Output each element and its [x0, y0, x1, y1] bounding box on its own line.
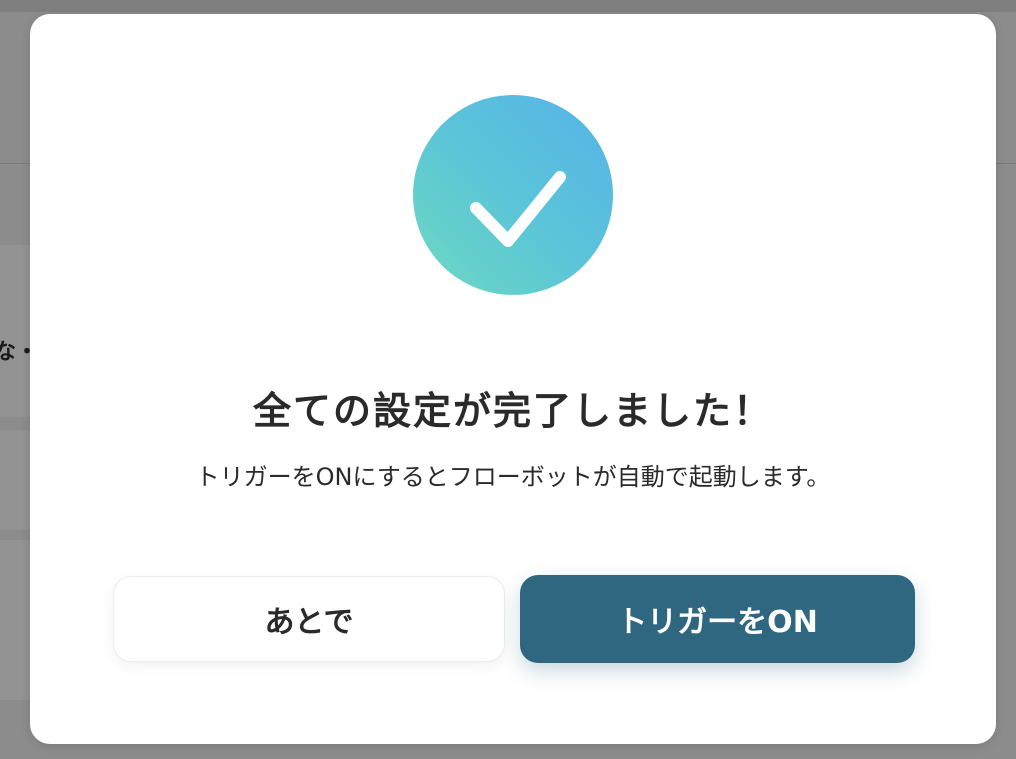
modal-description: トリガーをONにするとフローボットが自動で起動します。 — [195, 463, 831, 491]
success-check-badge — [413, 95, 613, 295]
background-top-bar — [0, 0, 1016, 12]
completion-modal: 全ての設定が完了しました！ トリガーをONにするとフローボットが自動で起動します… — [30, 14, 996, 744]
checkmark-icon — [470, 171, 566, 247]
trigger-on-button[interactable]: トリガーをON — [520, 575, 915, 663]
later-button[interactable]: あとで — [113, 576, 505, 662]
modal-title: 全ての設定が完了しました！ — [252, 389, 773, 433]
